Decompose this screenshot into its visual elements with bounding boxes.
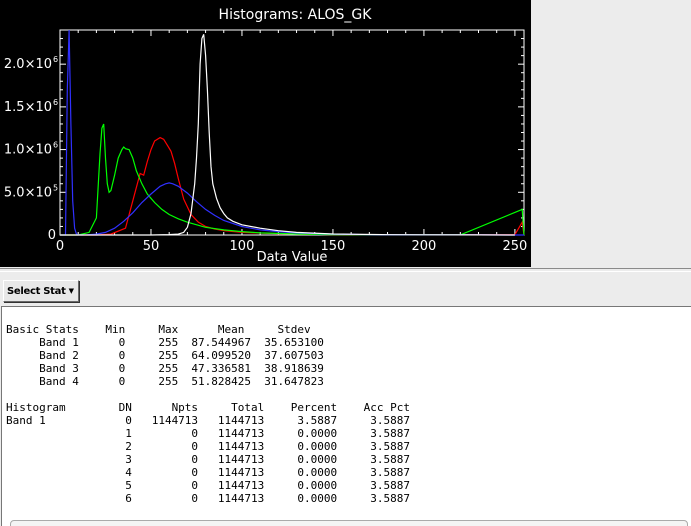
x-tick-label: 250: [502, 239, 527, 254]
stats-line: 6 0 1144713 0.0000 3.5887: [6, 492, 410, 505]
horizontal-scrollbar[interactable]: [10, 520, 688, 526]
stats-line: Band 2 0 255 64.099520 37.607503: [6, 349, 324, 362]
stats-line: 2 0 1144713 0.0000 3.5887: [6, 440, 410, 453]
y-tick-exponent: 6: [53, 141, 58, 150]
stats-line: Band 1 0 1144713 1144713 3.5887 3.5887: [6, 414, 410, 427]
histogram-chart: Histograms: ALOS_GK0 50 100 150 200 25005.0×1…: [4, 7, 527, 265]
x-tick-label: 50: [143, 239, 160, 254]
stats-line: 1 0 1144713 0.0000 3.5887: [6, 427, 410, 440]
stats-line: [6, 388, 410, 401]
select-stat-label: Select Stat: [7, 285, 66, 297]
y-tick-label: 5.0×10: [4, 185, 52, 200]
panel-divider: [0, 268, 691, 269]
y-tick-exponent: 6: [53, 55, 58, 64]
y-tick-label: 1.0×10: [4, 143, 52, 158]
x-axis-label: Data Value: [257, 250, 328, 265]
x-tick-label: 100: [230, 239, 255, 254]
stats-line: Histogram DN Npts Total Percent Acc Pct: [6, 401, 410, 414]
y-tick-exponent: 5: [53, 183, 58, 192]
x-tick-label: 0: [56, 239, 64, 254]
x-tick-label: 200: [412, 239, 437, 254]
stats-text-area[interactable]: Basic Stats Min Max Mean Stdev Band 1 0 …: [1, 306, 691, 526]
y-tick-label: 2.0×10: [4, 57, 52, 72]
plot-frame: [59, 29, 525, 236]
histogram-series-line-3: [60, 29, 524, 236]
histogram-series-line-2: [60, 123, 525, 236]
stats-line: Band 1 0 255 87.544967 35.653100: [6, 336, 324, 349]
histogram-series-line-4: [60, 34, 515, 236]
stats-line: 3 0 1144713 0.0000 3.5887: [6, 453, 410, 466]
stats-line: 4 0 1144713 0.0000 3.5887: [6, 466, 410, 479]
stats-line: Band 4 0 255 51.828425 31.647823: [6, 375, 324, 388]
y-tick-exponent: 6: [53, 98, 58, 107]
histogram-plot-panel: Histograms: ALOS_GK 0 50 100 150 200 250 0 5.0×1…: [0, 0, 531, 267]
stats-line: Band 3 0 255 47.336581 38.918639: [6, 362, 324, 375]
dropdown-arrow-icon: ▼: [68, 287, 74, 295]
chart-title: Histograms: ALOS_GK: [219, 7, 373, 23]
stats-line: Basic Stats Min Max Mean Stdev: [6, 323, 311, 336]
stats-report: Basic Stats Min Max Mean Stdev Band 1 0 …: [6, 323, 410, 505]
y-tick-label: 0: [48, 228, 56, 243]
stats-line: 5 0 1144713 0.0000 3.5887: [6, 479, 410, 492]
panel-divider-highlight: [0, 271, 691, 272]
y-tick-label: 1.5×10: [4, 100, 52, 115]
select-stat-button[interactable]: Select Stat ▼: [3, 280, 79, 302]
